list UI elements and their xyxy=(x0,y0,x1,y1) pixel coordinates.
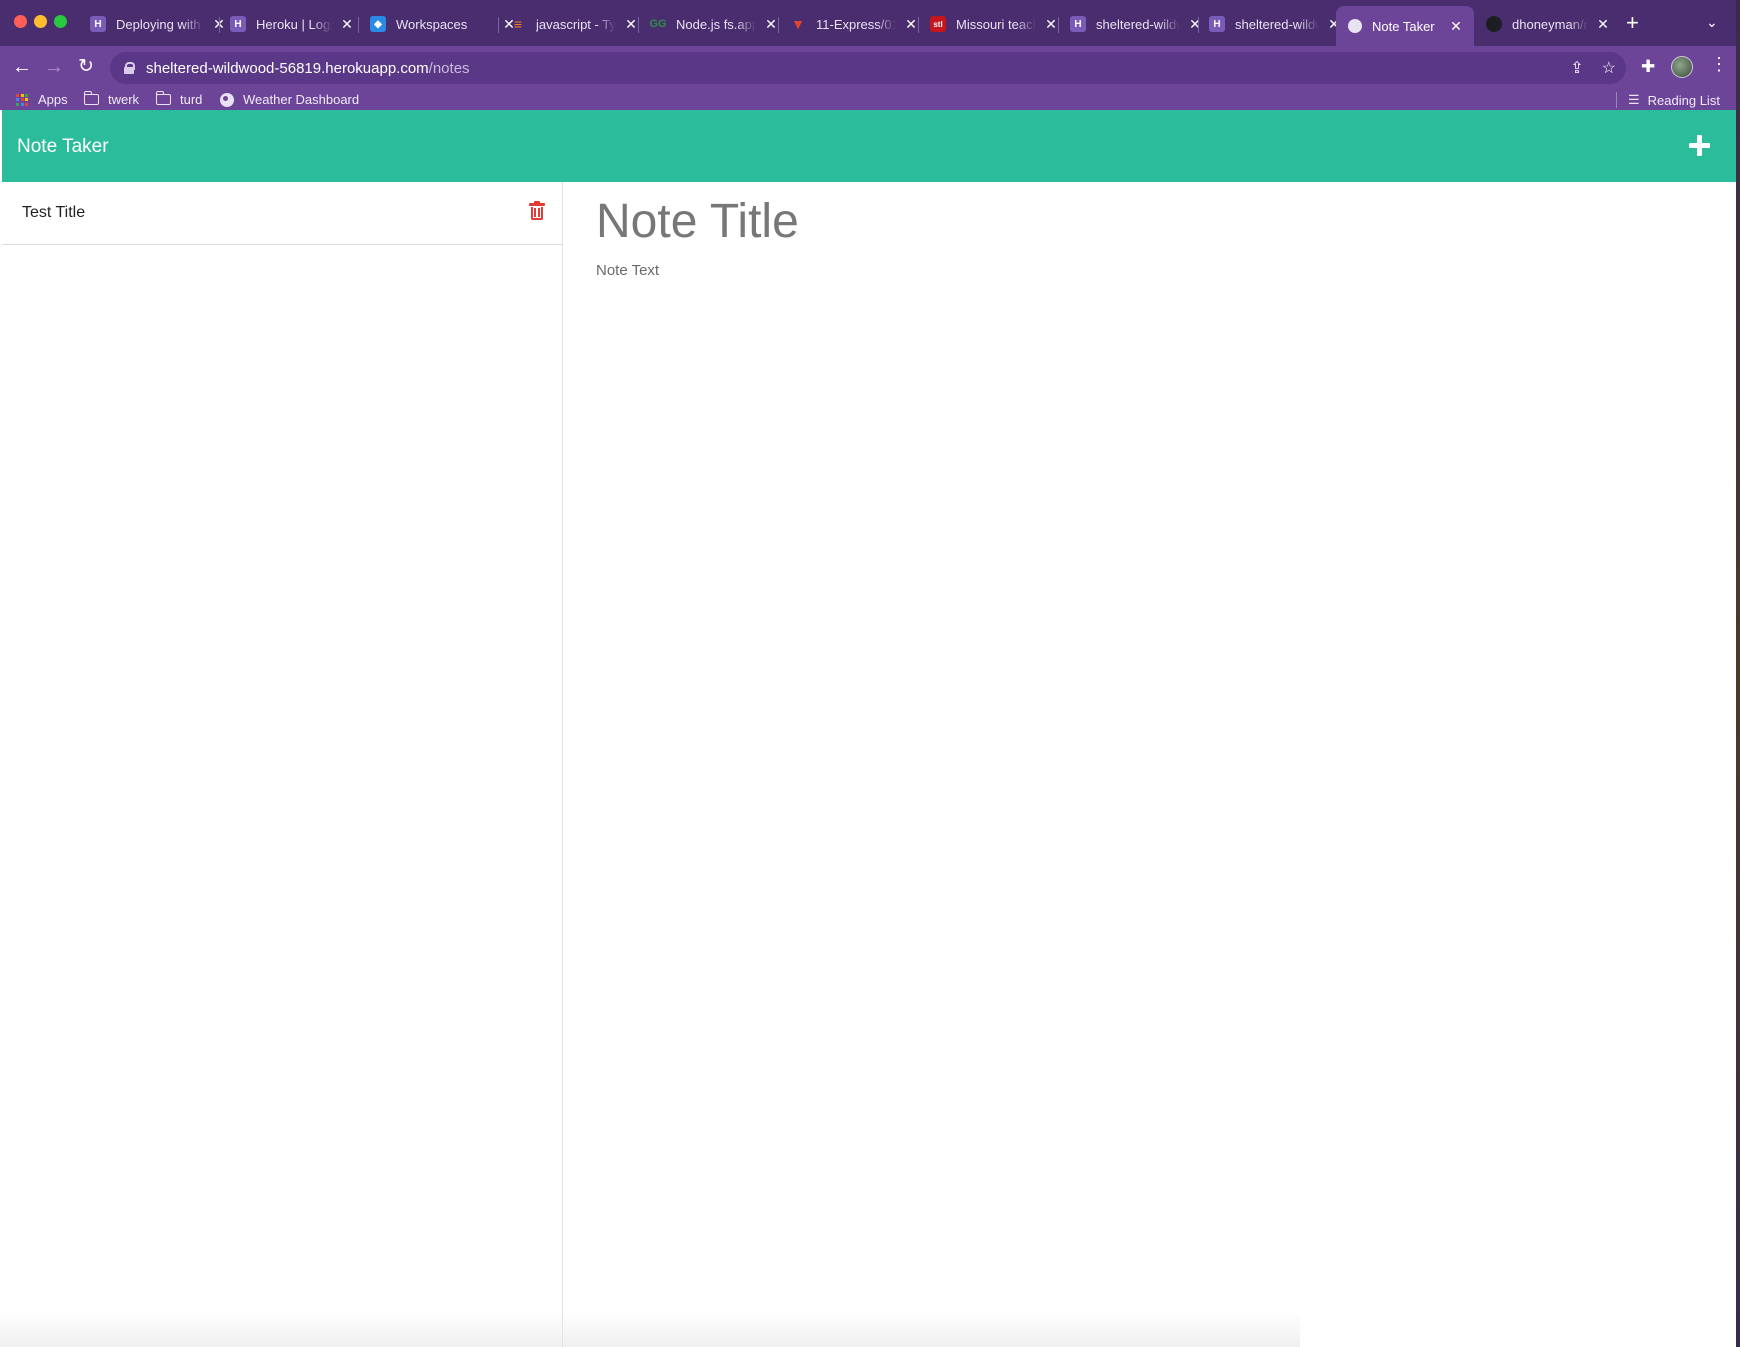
back-arrow-icon[interactable]: ← xyxy=(12,56,32,78)
tab-title: Missouri teacher xyxy=(956,16,1036,32)
tab-separator xyxy=(638,17,639,33)
browser-menu-icon[interactable]: ⋮ xyxy=(1710,54,1728,75)
app-title[interactable]: Note Taker xyxy=(17,136,109,158)
close-tab-icon[interactable]: ✕ xyxy=(764,16,778,33)
apps-grid-icon xyxy=(16,93,28,106)
browser-tab[interactable]: ◆ Workspaces ✕ xyxy=(370,10,516,38)
browser-tab[interactable]: stl Missouri teacher ✕ xyxy=(930,10,1058,38)
bookmark-star-icon[interactable]: ☆ xyxy=(1602,58,1616,78)
bookmark-apps[interactable]: Apps xyxy=(16,92,68,107)
tab-separator xyxy=(498,17,499,33)
reading-list-button[interactable]: ☰ Reading List xyxy=(1628,92,1720,108)
close-tab-icon[interactable]: ✕ xyxy=(1596,16,1610,33)
tab-title: sheltered-wildwood xyxy=(1096,16,1180,32)
lock-icon xyxy=(124,62,135,74)
add-note-plus-icon[interactable] xyxy=(1682,128,1716,162)
tab-title: 11-Express/01 xyxy=(816,16,896,32)
browser-tab[interactable]: H sheltered-wildwood ✕ xyxy=(1070,10,1202,38)
tab-strip: H Deploying with Git ✕ H Heroku | Login … xyxy=(0,0,1736,46)
close-tab-icon[interactable]: ✕ xyxy=(904,16,918,33)
browser-tab[interactable]: ≡ javascript - TypeError ✕ xyxy=(510,10,638,38)
share-icon[interactable]: ⇪ xyxy=(1570,58,1583,78)
stackoverflow-icon: ≡ xyxy=(513,16,523,32)
close-tab-icon[interactable]: ✕ xyxy=(1188,16,1202,33)
browser-tab[interactable]: ▼ 11-Express/01 ✕ xyxy=(790,10,918,38)
tab-separator xyxy=(1198,17,1199,33)
browser-toolbar: ← → ↻ sheltered-wildwood-56819.herokuapp… xyxy=(0,46,1736,90)
tab-separator xyxy=(778,17,779,33)
reload-icon[interactable]: ↻ xyxy=(78,56,94,78)
close-tab-icon[interactable]: ✕ xyxy=(624,16,638,33)
bookmark-label: twerk xyxy=(108,92,140,107)
bookmark-folder-twerk[interactable]: twerk xyxy=(83,91,140,107)
browser-tab-active[interactable]: Note Taker ✕ xyxy=(1336,6,1474,46)
tab-separator xyxy=(1058,17,1059,33)
tab-title: dhoneyman/note-taker xyxy=(1512,16,1588,32)
tab-title: Deploying with Git xyxy=(116,16,204,32)
minimize-window-button[interactable] xyxy=(34,15,47,28)
address-bar-actions: ⇪ ☆ xyxy=(1570,58,1616,78)
reading-list-label: Reading List xyxy=(1647,92,1720,108)
bookmarks-separator xyxy=(1616,92,1617,108)
gitlab-icon: ▼ xyxy=(791,16,805,32)
bookmark-weather-dashboard[interactable]: Weather Dashboard xyxy=(220,92,359,107)
app-navbar: Note Taker xyxy=(2,110,1736,182)
notes-list: Test Title xyxy=(2,182,563,1347)
close-tab-icon[interactable]: ✕ xyxy=(340,16,354,33)
close-window-button[interactable] xyxy=(14,15,27,28)
browser-tab[interactable]: GG Node.js fs.appendFile ✕ xyxy=(649,10,778,38)
reading-list-icon: ☰ xyxy=(1628,92,1640,107)
bookmark-label: Weather Dashboard xyxy=(243,92,360,107)
profile-avatar[interactable] xyxy=(1671,56,1693,78)
globe-icon xyxy=(220,92,234,107)
url-path: /notes xyxy=(428,59,470,77)
vscode-icon: ◆ xyxy=(370,16,386,32)
tab-separator xyxy=(358,17,359,33)
browser-tab[interactable]: H Heroku | Login ✕ xyxy=(230,10,354,38)
bookmark-label: turd xyxy=(180,92,203,107)
desktop-edge xyxy=(1736,0,1740,1347)
bookmark-folder-turd[interactable]: turd xyxy=(155,91,203,107)
extensions-puzzle-icon[interactable]: ✚ xyxy=(1641,57,1655,77)
trash-icon[interactable] xyxy=(529,201,545,220)
heroku-icon: H xyxy=(1209,16,1225,32)
browser-tab[interactable]: H sheltered-wildwood ✕ xyxy=(1209,10,1341,38)
close-tab-icon[interactable]: ✕ xyxy=(1044,16,1058,33)
url-host: sheltered-wildwood-56819.herokuapp.com xyxy=(146,59,429,77)
url-text: sheltered-wildwood-56819.herokuapp.com/n… xyxy=(146,60,470,77)
tab-title: sheltered-wildwood xyxy=(1235,16,1319,32)
browser-tab[interactable]: dhoneyman/note-taker ✕ xyxy=(1486,10,1610,38)
note-text-textarea[interactable] xyxy=(596,262,1696,662)
globe-icon xyxy=(1348,19,1362,33)
folder-icon xyxy=(83,91,99,105)
tab-separator xyxy=(219,17,220,33)
tab-title: Workspaces xyxy=(396,16,468,32)
tab-title: javascript - TypeError xyxy=(536,16,616,32)
note-editor xyxy=(564,182,1736,1347)
tab-title: Heroku | Login xyxy=(256,16,332,32)
geeks-icon: GG xyxy=(649,18,667,30)
tab-title: Note Taker xyxy=(1372,18,1435,34)
github-icon xyxy=(1486,16,1502,32)
heroku-icon: H xyxy=(90,16,106,32)
folder-icon xyxy=(155,91,171,105)
tab-separator xyxy=(918,17,919,33)
forward-arrow-icon[interactable]: → xyxy=(44,56,64,78)
browser-window: H Deploying with Git ✕ H Heroku | Login … xyxy=(0,0,1736,1347)
bookmarks-bar: Apps twerk turd Weather Dashboard ☰ Read… xyxy=(0,90,1736,110)
heroku-icon: H xyxy=(1070,16,1086,32)
stl-icon: stl xyxy=(930,16,946,32)
note-list-item-title[interactable]: Test Title xyxy=(22,204,85,222)
bookmark-label: Apps xyxy=(38,92,68,107)
heroku-icon: H xyxy=(230,16,246,32)
zoom-window-button[interactable] xyxy=(54,15,67,28)
note-title-input[interactable] xyxy=(596,192,1696,250)
note-list-item[interactable]: Test Title xyxy=(2,182,563,245)
address-bar[interactable]: sheltered-wildwood-56819.herokuapp.com/n… xyxy=(110,52,1626,84)
tab-title: Node.js fs.appendFile xyxy=(676,16,756,32)
tab-search-chevron-icon[interactable]: ⌄ xyxy=(1706,14,1718,31)
close-tab-icon[interactable]: ✕ xyxy=(1450,18,1462,35)
new-tab-button[interactable]: + xyxy=(1626,12,1639,34)
browser-tab[interactable]: H Deploying with Git ✕ xyxy=(90,10,226,38)
